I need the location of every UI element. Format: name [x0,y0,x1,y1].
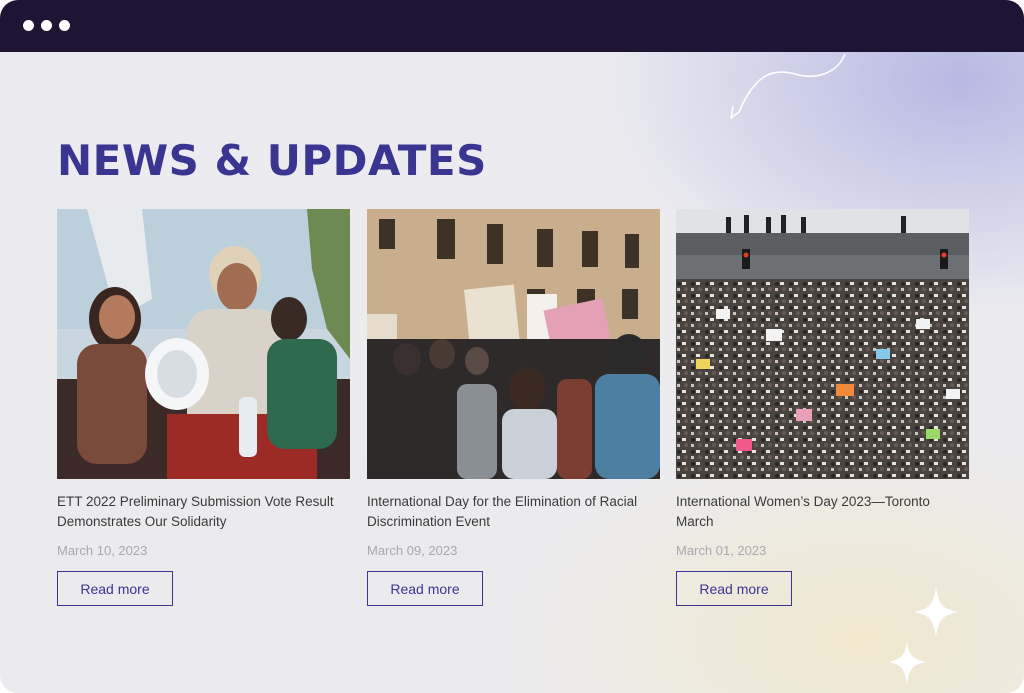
news-title[interactable]: International Day for the Elimination of… [367,492,652,532]
news-card: International Day for the Elimination of… [367,209,660,606]
news-image[interactable] [367,209,660,479]
read-more-button[interactable]: Read more [367,571,483,606]
browser-window: NEWS & UPDATES ETT 2022 Preliminary Subm… [0,0,1024,693]
curved-arrow-icon [730,53,846,119]
news-image[interactable] [57,209,350,479]
window-control-dot[interactable] [59,20,70,31]
read-more-button[interactable]: Read more [676,571,792,606]
section-heading: NEWS & UPDATES [57,136,487,185]
sparkle-icon [888,587,958,685]
window-control-dot[interactable] [23,20,34,31]
news-date: March 01, 2023 [676,543,767,558]
news-card: International Women’s Day 2023—Toronto M… [676,209,969,606]
read-more-button[interactable]: Read more [57,571,173,606]
news-image[interactable] [676,209,969,479]
window-titlebar [0,0,1024,52]
news-date: March 10, 2023 [57,543,148,558]
news-title[interactable]: ETT 2022 Preliminary Submission Vote Res… [57,492,342,532]
window-control-dot[interactable] [41,20,52,31]
news-date: March 09, 2023 [367,543,458,558]
news-title[interactable]: International Women’s Day 2023—Toronto M… [676,492,961,532]
news-card: ETT 2022 Preliminary Submission Vote Res… [57,209,350,606]
